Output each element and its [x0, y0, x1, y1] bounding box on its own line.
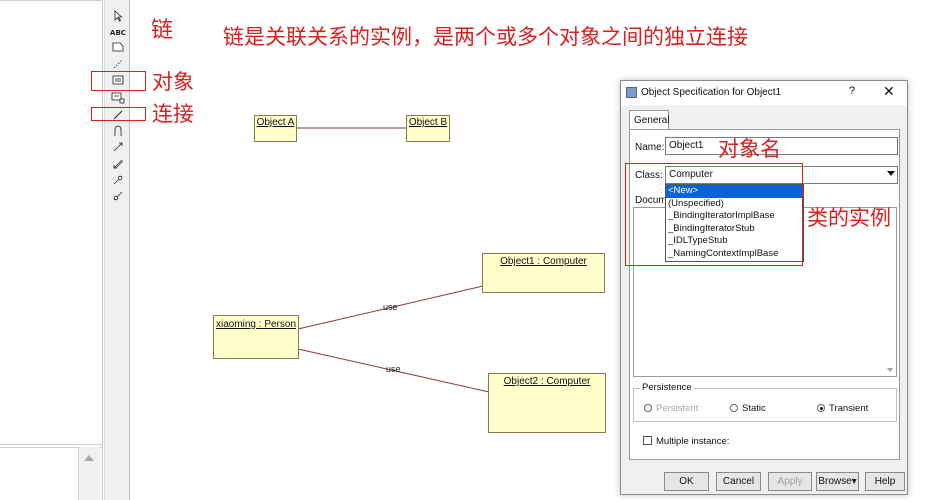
tab-general[interactable]: General — [629, 110, 670, 130]
object-a-name: Object A — [256, 117, 295, 128]
scroll-down-arrow-icon[interactable] — [887, 368, 893, 372]
dialog-app-icon — [626, 87, 637, 98]
radio-transient[interactable]: Transient — [817, 403, 868, 414]
object1-name: Object1 : Computer — [500, 256, 587, 267]
object-b-name: Object B — [408, 117, 448, 128]
cancel-button[interactable]: Cancel — [716, 472, 761, 491]
persistence-legend: Persistence — [640, 382, 694, 393]
multiple-instances-label: Multiple instance: — [656, 436, 730, 447]
radio-dot — [644, 404, 652, 412]
dialog-title: Object Specification for Object1 — [641, 87, 782, 98]
annotation-object-name: 对象名 — [718, 137, 781, 161]
radio-dot — [730, 404, 738, 412]
radio-persistent[interactable]: Persistent — [644, 403, 698, 414]
checkbox-box — [643, 436, 652, 445]
radio-persistent-label: Persistent — [656, 403, 699, 414]
person-object-box[interactable]: xiaoming : Person — [213, 315, 299, 359]
name-label: Name: — [635, 142, 665, 153]
close-icon[interactable]: ✕ — [883, 83, 895, 100]
chevron-down-icon[interactable] — [887, 171, 895, 176]
radio-static-label: Static — [742, 403, 766, 414]
link-label-use-1: use — [383, 302, 398, 312]
object2-name: Object2 : Computer — [503, 376, 591, 387]
object-b-box[interactable]: Object B — [406, 115, 450, 142]
class-dropdown-highlight-box — [625, 163, 803, 266]
ok-button[interactable]: OK — [664, 472, 709, 491]
object1-computer-box[interactable]: Object1 : Computer — [482, 253, 605, 293]
multiple-instances-checkbox[interactable]: Multiple instance: — [643, 436, 729, 447]
radio-transient-label: Transient — [829, 403, 869, 414]
object-a-box[interactable]: Object A — [254, 115, 297, 142]
person-object-name: xiaoming : Person — [215, 319, 297, 330]
apply-button[interactable]: Apply — [768, 472, 812, 491]
object2-computer-box[interactable]: Object2 : Computer — [488, 373, 606, 433]
browse-button[interactable]: Browse▾ — [816, 472, 859, 491]
radio-static[interactable]: Static — [730, 403, 766, 414]
persistence-group: Persistence Persistent Static Transient — [633, 382, 897, 422]
dialog-titlebar[interactable]: Object Specification for Object1 ? ✕ — [621, 81, 907, 105]
name-input[interactable]: Object1 — [665, 137, 898, 155]
radio-dot-selected — [817, 404, 825, 412]
link-label-use-2: use — [386, 364, 401, 374]
annotation-class-instance: 类的实例 — [807, 206, 891, 230]
help-button[interactable]: Help — [865, 472, 905, 491]
help-icon[interactable]: ? — [849, 85, 855, 97]
